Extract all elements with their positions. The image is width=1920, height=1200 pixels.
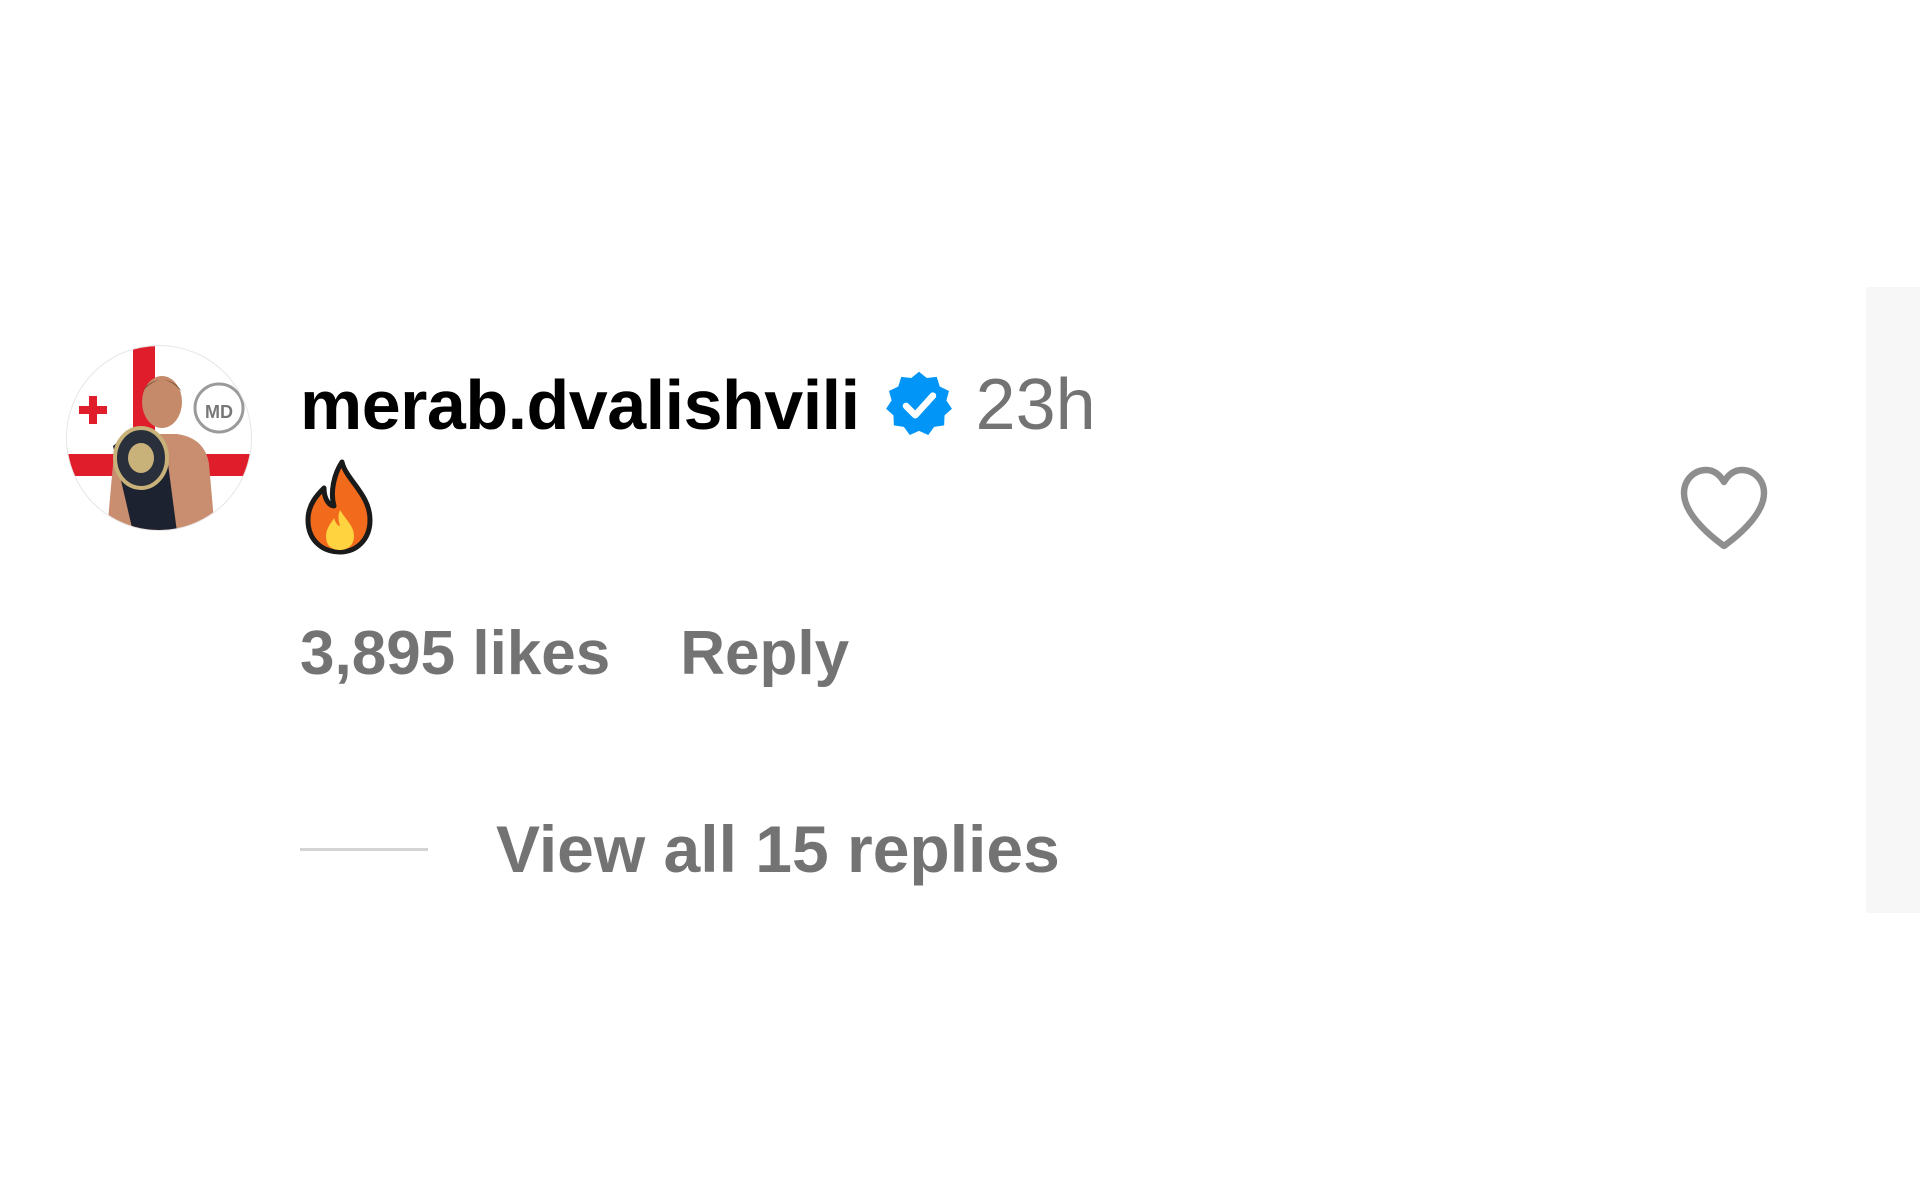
comment-actions: 3,895 likes Reply xyxy=(300,608,849,698)
comment-timestamp[interactable]: 23h xyxy=(976,364,1096,446)
comment-header: merab.dvalishvili 23h xyxy=(300,360,1096,450)
view-replies-label: View all 15 replies xyxy=(496,812,1060,886)
comment: MD merab.dvalishvili 23h 3,895 likes Rep… xyxy=(0,0,1920,1200)
fire-emoji-icon xyxy=(305,459,373,555)
reply-button[interactable]: Reply xyxy=(680,618,849,689)
comment-text xyxy=(300,458,390,558)
svg-text:MD: MD xyxy=(205,402,233,422)
view-replies-button[interactable]: View all 15 replies xyxy=(300,804,1060,894)
username-link[interactable]: merab.dvalishvili xyxy=(300,365,860,445)
avatar[interactable]: MD xyxy=(66,345,252,531)
like-button[interactable] xyxy=(1676,462,1772,552)
profile-avatar-image: MD xyxy=(67,346,251,530)
verified-badge-icon xyxy=(882,368,956,442)
likes-count[interactable]: 3,895 likes xyxy=(300,618,610,689)
heart-outline-icon xyxy=(1680,466,1768,550)
replies-divider xyxy=(300,847,428,851)
